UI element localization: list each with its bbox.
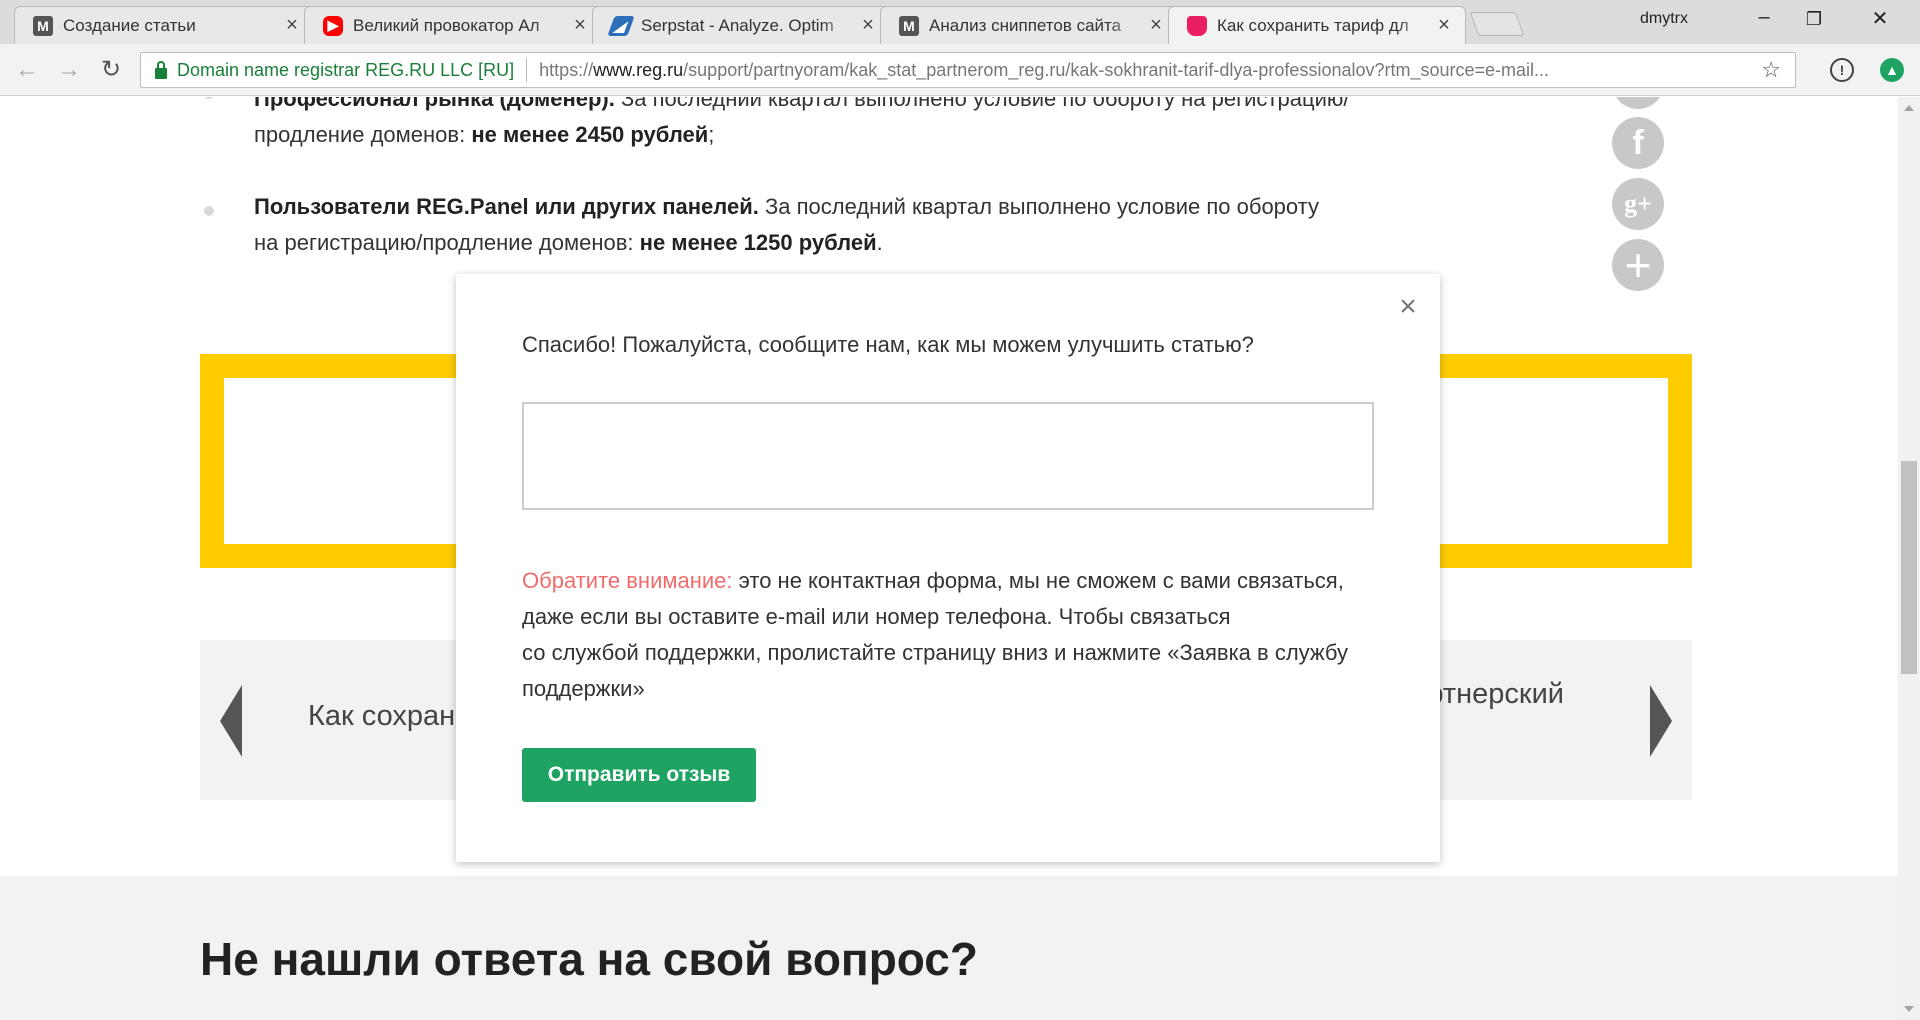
- regru-icon: [1187, 15, 1207, 36]
- back-icon[interactable]: ←: [12, 56, 42, 86]
- facebook-glyph: f: [1632, 123, 1644, 162]
- divider: [526, 58, 528, 82]
- close-tab-icon[interactable]: ×: [571, 14, 589, 37]
- close-tab-icon[interactable]: ×: [1435, 14, 1453, 37]
- tab-title: Анализ сниппетов сайта: [929, 15, 1122, 35]
- list-bullet: [204, 97, 214, 99]
- help-section: Не нашли ответа на свой вопрос?: [0, 876, 1898, 1020]
- browser-tab[interactable]: M Создание статьи ×: [14, 6, 314, 44]
- scroll-down-icon[interactable]: [1904, 1006, 1914, 1012]
- forward-icon[interactable]: →: [54, 56, 84, 86]
- list-item-amount: не менее 1250 рублей: [639, 230, 877, 255]
- list-item-regpanel: Пользователи REG.Panel или других панеле…: [254, 189, 1394, 261]
- google-plus-icon[interactable]: g+: [1612, 178, 1664, 230]
- ev-certificate-label[interactable]: Domain name registrar REG.RU LLC [RU]: [177, 60, 514, 81]
- list-bullet: [204, 206, 214, 216]
- close-icon[interactable]: ×: [1394, 292, 1422, 322]
- notice-text: это не контактная форма, мы не сможем с …: [732, 568, 1344, 593]
- feedback-textarea[interactable]: [522, 402, 1374, 510]
- youtube-icon: ▶: [323, 15, 343, 36]
- list-item-amount: не менее 2450 рублей: [471, 122, 709, 147]
- restore-icon[interactable]: ❐: [1794, 9, 1834, 30]
- feedback-question: Спасибо! Пожалуйста, сообщите нам, как м…: [522, 332, 1254, 357]
- tab-title: Великий провокатор Ал: [353, 15, 540, 35]
- browser-tab[interactable]: ◢ Serpstat - Analyze. Optim ×: [592, 6, 890, 44]
- url-host: www.reg.ru: [593, 59, 684, 80]
- extension-update-icon[interactable]: ▲: [1880, 58, 1904, 82]
- feedback-notice: Обратите внимание: это не контактная фор…: [522, 563, 1392, 707]
- feedback-modal: × Спасибо! Пожалуйста, сообщите нам, как…: [456, 274, 1440, 862]
- close-tab-icon[interactable]: ×: [283, 14, 301, 37]
- prev-article-link[interactable]: Как сохран: [308, 700, 455, 733]
- notice-text: даже если вы оставите e-mail или номер т…: [522, 604, 1231, 629]
- list-item-punct: .: [876, 230, 883, 255]
- new-tab-button[interactable]: [1469, 12, 1525, 36]
- next-arrow-icon[interactable]: [1650, 685, 1672, 757]
- notice-warning-label: Обратите внимание:: [522, 568, 733, 593]
- profile-name[interactable]: dmytrx: [1640, 10, 1688, 28]
- m-logo-icon: M: [33, 15, 53, 36]
- tab-title: Создание статьи: [63, 15, 196, 35]
- url-text[interactable]: https://www.reg.ru/support/partnyoram/ka…: [539, 60, 1795, 81]
- list-item-professional: Профессионал рынка (доменер). За последн…: [254, 97, 1394, 153]
- minimize-icon[interactable]: –: [1744, 6, 1784, 29]
- reload-icon[interactable]: ↻: [96, 56, 126, 86]
- tab-title: Как сохранить тариф дл: [1217, 15, 1409, 35]
- scroll-up-icon[interactable]: [1904, 105, 1914, 111]
- extension-info-icon[interactable]: !: [1830, 58, 1854, 82]
- page-scrollbar[interactable]: [1898, 97, 1920, 1020]
- list-item-punct: ;: [708, 122, 715, 147]
- lock-icon: [155, 60, 167, 79]
- url-path: /support/partnyoram/kak_stat_partnerom_r…: [683, 59, 1550, 80]
- bookmark-star-icon[interactable]: ☆: [1761, 57, 1781, 83]
- m-logo-icon: M: [899, 15, 919, 36]
- tab-strip: M Создание статьи × ▶ Великий провокатор…: [0, 0, 1920, 44]
- next-article-link[interactable]: ртнерский: [1427, 678, 1564, 711]
- url-scheme: https://: [539, 59, 594, 80]
- close-tab-icon[interactable]: ×: [1147, 14, 1165, 37]
- tab-title: Serpstat - Analyze. Optim: [641, 15, 834, 35]
- browser-tab[interactable]: ▶ Великий провокатор Ал ×: [304, 6, 602, 44]
- list-item-title: Пользователи REG.Panel или других панеле…: [254, 194, 759, 219]
- plus-icon[interactable]: +: [1612, 239, 1664, 291]
- plus-glyph: +: [1624, 239, 1652, 291]
- scroll-thumb[interactable]: [1901, 461, 1917, 674]
- window-close-icon[interactable]: ✕: [1860, 6, 1900, 31]
- notice-text: поддержки»: [522, 676, 645, 701]
- twitter-icon[interactable]: [1612, 97, 1664, 109]
- submit-feedback-button[interactable]: Отправить отзыв: [522, 748, 756, 802]
- browser-toolbar: ← → ↻ Domain name registrar REG.RU LLC […: [0, 44, 1920, 96]
- list-item-text: За последний квартал выполнено условие п…: [614, 97, 1350, 111]
- prev-arrow-icon[interactable]: [220, 685, 242, 757]
- page-viewport: Профессионал рынка (доменер). За последн…: [0, 97, 1898, 1020]
- address-bar[interactable]: Domain name registrar REG.RU LLC [RU] ht…: [140, 52, 1796, 88]
- help-heading: Не нашли ответа на свой вопрос?: [200, 933, 978, 985]
- list-item-text: За последний квартал выполнено условие п…: [758, 194, 1319, 219]
- list-item-text: продление доменов:: [254, 122, 472, 147]
- list-item-text: на регистрацию/продление доменов:: [254, 230, 640, 255]
- browser-tab-active[interactable]: Как сохранить тариф дл ×: [1168, 6, 1466, 44]
- list-item-title: Профессионал рынка (доменер).: [254, 97, 615, 111]
- browser-tab[interactable]: M Анализ сниппетов сайта ×: [880, 6, 1178, 44]
- close-tab-icon[interactable]: ×: [859, 14, 877, 37]
- google-plus-glyph: g+: [1624, 189, 1652, 218]
- notice-text: со службой поддержки, пролистайте страни…: [522, 640, 1348, 665]
- serpstat-icon: ◢: [607, 15, 635, 36]
- facebook-icon[interactable]: f: [1612, 117, 1664, 169]
